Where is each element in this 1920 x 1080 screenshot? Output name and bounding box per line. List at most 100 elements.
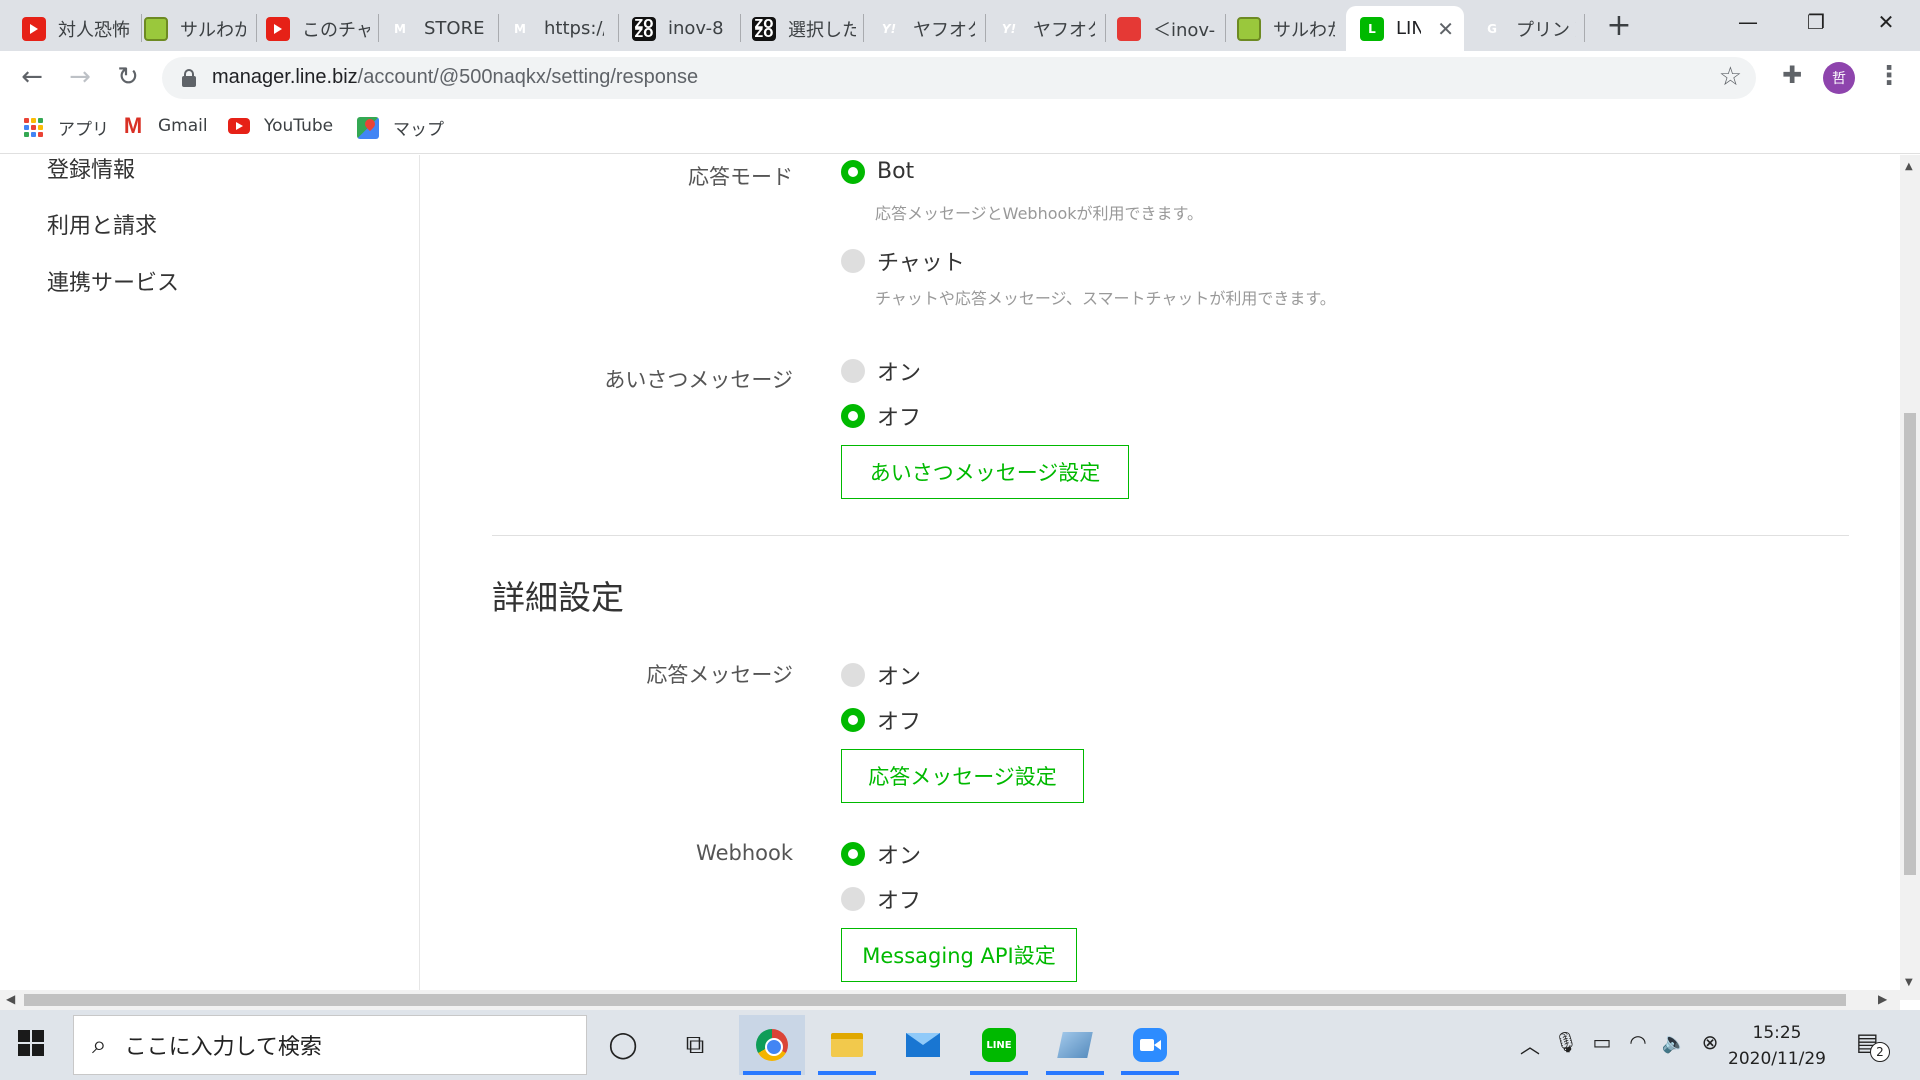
scroll-left-icon[interactable]: ◀ <box>6 992 15 1006</box>
red-tag-icon <box>1117 16 1141 41</box>
zozo-icon: ZO ZO <box>752 16 776 41</box>
radio-webhook-off[interactable]: オフ <box>841 883 921 915</box>
tab-13[interactable]: G プリント <box>1466 6 1586 51</box>
greeting-settings-button[interactable]: あいさつメッセージ設定 <box>841 445 1129 499</box>
tab-9[interactable]: Y! ヤフオク! <box>975 6 1105 51</box>
address-bar[interactable]: manager.line.biz/account/@500naqkx/setti… <box>162 57 1756 99</box>
back-icon[interactable]: ← <box>14 59 50 95</box>
auto-response-settings-button[interactable]: 応答メッセージ設定 <box>841 749 1084 803</box>
ime-off-icon[interactable]: ⊗ <box>1696 1030 1724 1054</box>
saru-icon <box>144 16 168 41</box>
close-window-icon[interactable]: ✕ <box>1852 0 1920 44</box>
m-logo-icon: M <box>514 21 526 36</box>
profile-avatar[interactable]: 哲 <box>1823 62 1855 94</box>
horizontal-scroll-thumb[interactable] <box>24 994 1846 1006</box>
microphone-icon[interactable]: 🎙 <box>1552 1030 1580 1054</box>
zoom-icon[interactable] <box>1117 1015 1183 1075</box>
vertical-scrollbar[interactable]: ▲ ▼ <box>1900 155 1920 1000</box>
notepad-icon[interactable] <box>1042 1015 1108 1075</box>
response-mode-label: 応答モード <box>688 165 793 189</box>
bookmark-apps[interactable]: アプリ <box>22 115 109 140</box>
radio-greeting-on[interactable]: オン <box>841 355 921 387</box>
radio-response-mode-chat[interactable]: チャット <box>841 245 965 277</box>
radio-selected-icon <box>841 159 865 184</box>
tab-3[interactable]: このチャン <box>244 6 380 51</box>
tab-8[interactable]: Y! ヤフオク! <box>855 6 985 51</box>
reload-icon[interactable]: ↻ <box>110 59 146 95</box>
line-app-icon[interactable]: LINE <box>966 1015 1032 1075</box>
chrome-taskbar-icon[interactable] <box>739 1015 805 1075</box>
tab-2[interactable]: サルわか <box>120 6 256 51</box>
notification-count-badge: 2 <box>1870 1042 1890 1062</box>
vertical-scroll-thumb[interactable] <box>1904 413 1916 875</box>
m-logo-icon: M <box>394 21 406 36</box>
minimize-icon[interactable]: — <box>1714 0 1782 44</box>
gmail-icon: M <box>123 113 143 138</box>
section-divider <box>492 535 1849 536</box>
bookmark-star-icon[interactable]: ☆ <box>1719 62 1742 92</box>
mail-icon[interactable] <box>890 1015 956 1075</box>
tab-11[interactable]: サルわか <box>1215 6 1345 51</box>
bookmark-gmail[interactable]: M Gmail <box>122 113 208 138</box>
cortana-icon[interactable]: ◯ <box>590 1015 656 1075</box>
bot-help-text: 応答メッセージとWebhookが利用できます。 <box>875 204 1203 223</box>
browser-tab-strip: 対人恐怖 サルわか このチャン M STORE M https:// ZOZO … <box>0 0 1920 51</box>
radio-auto-response-off[interactable]: オフ <box>841 704 921 736</box>
youtube-icon <box>266 16 290 41</box>
volume-icon[interactable]: 🔈 <box>1660 1030 1688 1054</box>
radio-greeting-off[interactable]: オフ <box>841 400 921 432</box>
radio-unselected-icon <box>841 887 865 911</box>
radio-webhook-on[interactable]: オン <box>841 838 921 870</box>
bookmark-youtube[interactable]: YouTube <box>228 115 333 137</box>
messaging-api-settings-button[interactable]: Messaging API設定 <box>841 928 1077 982</box>
url-text: manager.line.biz/account/@500naqkx/setti… <box>212 66 699 88</box>
tab-separator <box>1584 14 1585 42</box>
chat-help-text: チャットや応答メッセージ、スマートチャットが利用できます。 <box>875 289 1336 308</box>
forward-icon[interactable]: → <box>62 59 98 95</box>
sidebar-item-billing[interactable]: 利用と請求 <box>47 208 157 240</box>
tab-line-active[interactable]: L LINE ✕ <box>1346 6 1464 51</box>
saru-icon <box>1237 16 1261 41</box>
radio-response-mode-bot[interactable]: Bot <box>841 159 914 184</box>
tab-10[interactable]: ＜inov- <box>1095 6 1225 51</box>
task-view-icon[interactable]: ⧉ <box>662 1015 728 1075</box>
scroll-right-icon[interactable]: ▶ <box>1878 992 1887 1006</box>
scroll-down-icon[interactable]: ▼ <box>1905 977 1913 988</box>
radio-unselected-icon <box>841 663 865 687</box>
auto-response-label: 応答メッセージ <box>646 663 793 687</box>
sidebar-item-integrations[interactable]: 連携サービス <box>47 265 179 297</box>
youtube-icon <box>228 115 250 137</box>
tray-chevron-up-icon[interactable]: ︿ <box>1516 1030 1544 1059</box>
restore-icon[interactable]: ❐ <box>1782 0 1850 44</box>
tab-5[interactable]: M https:// <box>486 6 614 51</box>
windows-start-icon[interactable] <box>18 1030 44 1056</box>
youtube-icon <box>22 16 46 41</box>
new-tab-button[interactable]: + <box>1604 8 1634 43</box>
apps-grid-icon <box>22 117 44 139</box>
taskbar-clock[interactable]: 15:25 2020/11/29 <box>1722 1020 1832 1072</box>
extensions-icon[interactable]: ✚ <box>1778 61 1806 89</box>
close-tab-icon[interactable]: ✕ <box>1437 17 1454 41</box>
radio-selected-icon <box>841 842 865 866</box>
radio-unselected-icon <box>841 359 865 383</box>
menu-kebab-icon[interactable]: ⋮ <box>1876 61 1902 91</box>
horizontal-scrollbar[interactable]: ◀ ▶ <box>0 990 1900 1010</box>
radio-auto-response-on[interactable]: オン <box>841 659 921 691</box>
maps-icon <box>357 116 379 139</box>
bookmarks-bar: アプリ M Gmail YouTube マップ <box>0 104 1920 154</box>
notification-icon[interactable]: ▤ 2 <box>1856 1028 1890 1062</box>
wifi-icon[interactable]: ◠ <box>1624 1030 1652 1054</box>
tab-7[interactable]: ZO ZO 選択した <box>730 6 866 51</box>
tab-4[interactable]: M STORE <box>366 6 496 51</box>
bookmark-maps[interactable]: マップ <box>357 115 444 140</box>
radio-selected-icon <box>841 404 865 428</box>
greeting-label: あいさつメッセージ <box>604 368 793 392</box>
scroll-up-icon[interactable]: ▲ <box>1905 161 1913 172</box>
file-explorer-icon[interactable] <box>814 1015 880 1075</box>
taskbar-search-box[interactable]: ⌕ ここに入力して検索 <box>73 1015 587 1075</box>
webhook-label: Webhook <box>696 841 793 865</box>
tab-6[interactable]: ZO ZO inov-8 <box>610 6 738 51</box>
sidebar-item-registration[interactable]: 登録情報 <box>47 155 135 184</box>
battery-icon[interactable]: ▭ <box>1588 1030 1616 1054</box>
tab-1[interactable]: 対人恐怖 <box>0 6 140 51</box>
